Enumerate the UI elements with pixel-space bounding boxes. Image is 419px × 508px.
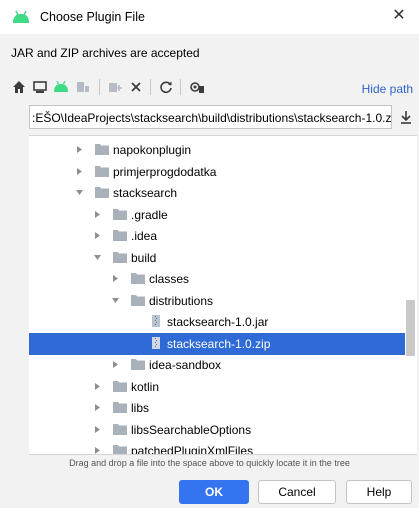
path-input-value: :EŠO\IdeaProjects\stacksearch\build\dist… <box>32 111 392 125</box>
show-hidden-icon[interactable] <box>188 78 206 96</box>
tree-item-label: libsSearchableOptions <box>131 422 252 437</box>
tree-item-folder[interactable]: libsSearchableOptions <box>29 419 405 441</box>
dialog-description: JAR and ZIP archives are accepted <box>11 46 200 60</box>
help-button[interactable]: Help <box>346 480 412 504</box>
chevron-right-icon[interactable] <box>93 210 102 219</box>
cancel-button[interactable]: Cancel <box>258 480 336 504</box>
android-icon[interactable] <box>52 78 70 96</box>
chevron-down-icon[interactable] <box>75 188 84 197</box>
refresh-icon[interactable] <box>157 78 175 96</box>
close-icon[interactable]: ✕ <box>389 6 409 26</box>
archive-icon <box>152 336 160 349</box>
android-studio-icon <box>12 10 30 24</box>
tree-item-folder[interactable]: primjerprogdodatka <box>29 161 405 183</box>
folder-icon <box>113 402 127 413</box>
tree-item-file[interactable]: stacksearch-1.0.jar <box>29 311 405 333</box>
delete-icon[interactable] <box>127 78 145 96</box>
hide-path-link[interactable]: Hide path <box>362 82 413 96</box>
toolbar-separator <box>150 79 151 95</box>
tree-item-folder[interactable]: .gradle <box>29 204 405 226</box>
chevron-right-icon[interactable] <box>93 403 102 412</box>
folder-icon <box>113 445 127 454</box>
chevron-right-icon[interactable] <box>75 145 84 154</box>
tree-item-label: stacksearch <box>113 186 178 200</box>
drag-drop-hint: Drag and drop a file into the space abov… <box>69 458 350 468</box>
folder-icon <box>113 423 127 435</box>
chevron-down-icon[interactable] <box>93 253 102 262</box>
tree-item-label: patchedPluginXmlFiles <box>131 444 254 455</box>
tree-item-folder[interactable]: libs <box>29 397 405 419</box>
folder-icon <box>113 380 127 392</box>
tree-item-label: stacksearch-1.0.jar <box>167 315 269 329</box>
title-bar: Choose Plugin File ✕ <box>0 0 419 34</box>
folder-icon <box>113 251 127 263</box>
tree-item-label: kotlin <box>131 379 160 394</box>
tree-item-label: libs <box>131 401 150 415</box>
new-folder-icon[interactable] <box>106 78 124 96</box>
home-icon[interactable] <box>10 78 28 96</box>
toolbar-separator <box>180 79 181 95</box>
window-title: Choose Plugin File <box>40 10 145 24</box>
chevron-right-icon[interactable] <box>111 274 120 283</box>
folder-icon <box>131 359 145 370</box>
tree-item-file[interactable]: stacksearch-1.0.zip <box>29 332 405 355</box>
chevron-right-icon[interactable] <box>111 360 120 369</box>
tree-item-folder[interactable]: napokonplugin <box>29 139 405 161</box>
file-chooser-toolbar: Hide path <box>0 74 419 100</box>
download-icon[interactable] <box>398 109 414 125</box>
tree-item-label: idea-sandbox <box>149 358 222 372</box>
chevron-right-icon[interactable] <box>93 231 102 240</box>
folder-icon <box>95 144 109 155</box>
tree-item-label: classes <box>149 272 190 286</box>
file-tree[interactable]: napokonplugin primjerprogdodatka stacksear… <box>29 135 417 455</box>
chevron-down-icon[interactable] <box>111 296 120 305</box>
chevron-right-icon[interactable] <box>93 446 102 455</box>
tree-item-label: build <box>131 250 157 265</box>
folder-icon <box>131 294 145 306</box>
folder-icon <box>131 273 145 284</box>
tree-scrollbar[interactable] <box>405 135 417 455</box>
tree-item-folder[interactable]: kotlin <box>29 376 405 398</box>
folder-icon <box>95 165 109 177</box>
folder-icon <box>113 230 127 241</box>
tree-item-folder[interactable]: classes <box>29 268 405 290</box>
tree-item-label: primjerprogdodatka <box>113 164 217 179</box>
tree-item-label: .gradle <box>131 207 168 222</box>
ok-button[interactable]: OK <box>179 480 249 504</box>
archive-icon <box>152 315 160 327</box>
chevron-right-icon[interactable] <box>75 167 84 176</box>
chevron-right-icon[interactable] <box>93 425 102 434</box>
tree-item-label: napokonplugin <box>113 143 192 157</box>
tree-item-folder[interactable]: stacksearch <box>29 182 405 204</box>
tree-scrollbar-thumb[interactable] <box>406 300 415 356</box>
tree-item-folder[interactable]: build <box>29 247 405 269</box>
tree-item-folder[interactable]: distributions <box>29 290 405 312</box>
desktop-icon[interactable] <box>31 78 49 96</box>
tree-item-label: stacksearch-1.0.zip <box>167 336 271 351</box>
tree-item-folder[interactable]: patchedPluginXmlFiles <box>29 440 405 455</box>
folder-icon <box>95 187 109 198</box>
path-input[interactable]: :EŠO\IdeaProjects\stacksearch\build\dist… <box>29 105 392 129</box>
folder-icon <box>113 208 127 220</box>
module-icon[interactable] <box>74 78 92 96</box>
tree-item-label: .idea <box>131 229 158 243</box>
tree-item-label: distributions <box>149 293 214 308</box>
tree-item-folder[interactable]: .idea <box>29 225 405 247</box>
toolbar-separator <box>99 79 100 95</box>
tree-item-folder[interactable]: idea-sandbox <box>29 354 405 376</box>
chevron-right-icon[interactable] <box>93 382 102 391</box>
